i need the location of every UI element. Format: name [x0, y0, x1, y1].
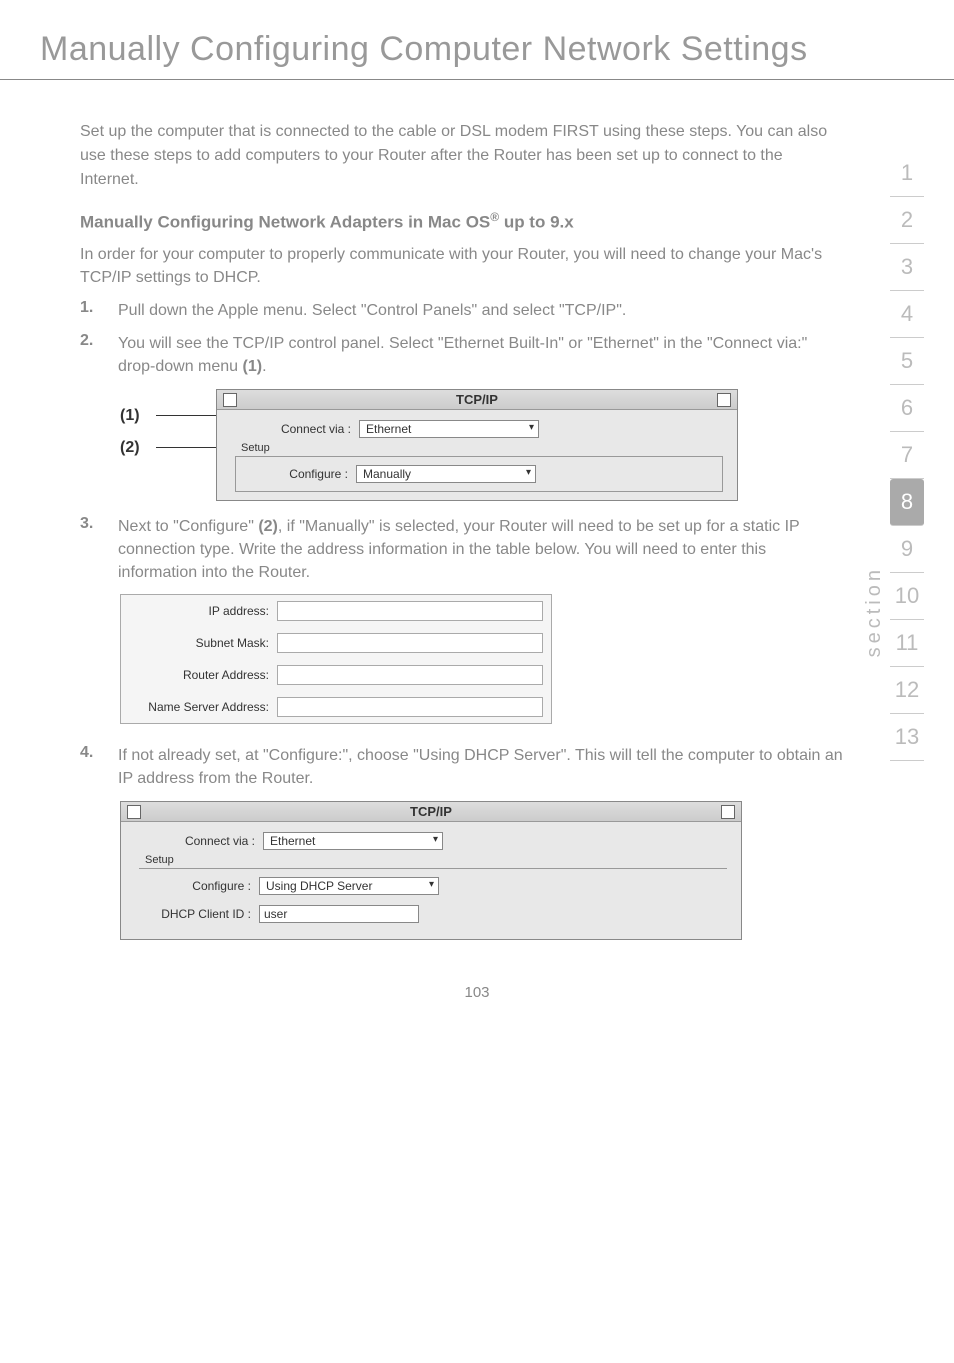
ip-row: Subnet Mask: — [121, 627, 551, 659]
step-2: 2. You will see the TCP/IP control panel… — [80, 332, 844, 378]
callout-2: (2) — [120, 439, 148, 457]
connect-via-select[interactable]: Ethernet — [359, 420, 539, 438]
ip-address-table: IP address: Subnet Mask: Router Address:… — [120, 594, 552, 724]
dhcp-client-id-field[interactable]: user — [259, 905, 419, 923]
ip-row: IP address: — [121, 595, 551, 627]
subnet-mask-label: Subnet Mask: — [129, 636, 277, 650]
name-server-field[interactable] — [277, 697, 543, 717]
router-address-field[interactable] — [277, 665, 543, 685]
step-number: 1. — [80, 299, 102, 322]
ip-row: Router Address: — [121, 659, 551, 691]
step-number: 4. — [80, 744, 102, 790]
step-text: Pull down the Apple menu. Select "Contro… — [118, 299, 626, 322]
setup-group-label: Setup — [241, 442, 723, 454]
step-2-text-b: . — [262, 358, 266, 375]
ip-row: Name Server Address: — [121, 691, 551, 723]
callout-line — [156, 415, 216, 416]
tcpip-panel-1: TCP/IP Connect via : Ethernet Setup Conf… — [216, 389, 738, 501]
step-text: If not already set, at "Configure:", cho… — [118, 744, 844, 790]
connect-via-select[interactable]: Ethernet — [263, 832, 443, 850]
window-titlebar: TCP/IP — [121, 802, 741, 822]
tcpip-panel-2: TCP/IP Connect via : Ethernet Setup Conf… — [120, 801, 742, 940]
router-address-label: Router Address: — [129, 668, 277, 682]
configure-select[interactable]: Using DHCP Server — [259, 877, 439, 895]
step-number: 3. — [80, 515, 102, 585]
page-title: Manually Configuring Computer Network Se… — [0, 0, 954, 80]
callout-ref-1: (1) — [243, 358, 263, 375]
step-1: 1. Pull down the Apple menu. Select "Con… — [80, 299, 844, 322]
figure-1: (1) (2) TCP/IP Connect via : Ethernet Se… — [120, 389, 844, 501]
figure-2: TCP/IP Connect via : Ethernet Setup Conf… — [120, 801, 844, 940]
window-title: TCP/IP — [456, 392, 498, 407]
dhcp-client-id-label: DHCP Client ID : — [147, 907, 251, 921]
close-icon[interactable] — [127, 805, 141, 819]
ip-address-label: IP address: — [129, 604, 277, 618]
configure-label: Configure : — [147, 879, 251, 893]
configure-select[interactable]: Manually — [356, 465, 536, 483]
heading-pre: Manually Configuring Network Adapters in… — [80, 213, 490, 232]
intro-paragraph: Set up the computer that is connected to… — [80, 120, 844, 192]
zoom-icon[interactable] — [721, 805, 735, 819]
registered-symbol: ® — [490, 210, 499, 224]
step-text: You will see the TCP/IP control panel. S… — [118, 332, 844, 378]
callout-line — [156, 447, 216, 448]
step-3: 3. Next to "Configure" (2), if "Manually… — [80, 515, 844, 585]
step-2-text-a: You will see the TCP/IP control panel. S… — [118, 335, 807, 375]
sub-intro: In order for your computer to properly c… — [80, 243, 844, 289]
section-heading: Manually Configuring Network Adapters in… — [80, 210, 844, 233]
name-server-label: Name Server Address: — [129, 700, 277, 714]
callout-ref-2: (2) — [258, 518, 278, 535]
step-text: Next to "Configure" (2), if "Manually" i… — [118, 515, 844, 585]
step-4: 4. If not already set, at "Configure:", … — [80, 744, 844, 790]
ip-address-field[interactable] — [277, 601, 543, 621]
connect-via-label: Connect via : — [135, 834, 255, 848]
heading-post: up to 9.x — [499, 213, 574, 232]
connect-via-label: Connect via : — [231, 422, 351, 436]
setup-group-label: Setup — [145, 854, 727, 866]
callout-1: (1) — [120, 407, 148, 425]
window-titlebar: TCP/IP — [217, 390, 737, 410]
close-icon[interactable] — [223, 393, 237, 407]
configure-label: Configure : — [244, 467, 348, 481]
subnet-mask-field[interactable] — [277, 633, 543, 653]
step-3-text-a: Next to "Configure" — [118, 518, 258, 535]
zoom-icon[interactable] — [717, 393, 731, 407]
page-number: 103 — [0, 954, 954, 1031]
step-number: 2. — [80, 332, 102, 378]
window-title: TCP/IP — [410, 804, 452, 819]
